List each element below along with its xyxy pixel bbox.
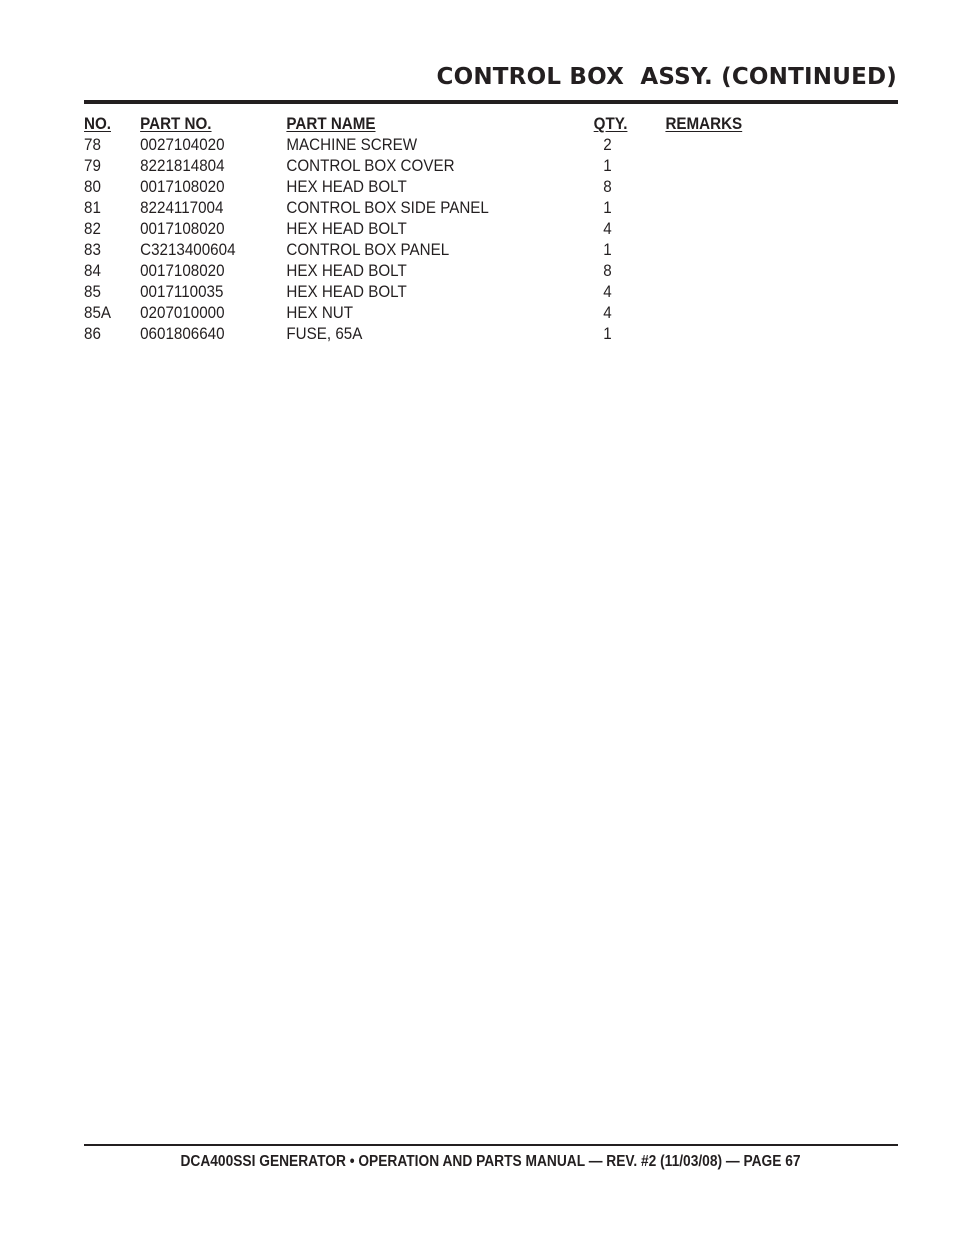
cell-part-no: 0017110035: [140, 283, 224, 301]
cell-no: 80: [84, 178, 101, 196]
table-row: 85 0017110035 HEX HEAD BOLT 4: [84, 282, 912, 303]
cell-qty: 4: [603, 283, 612, 301]
cell-no: 82: [84, 220, 101, 238]
header-qty: QTY.: [593, 115, 628, 133]
cell-qty: 1: [603, 325, 612, 343]
table-header-row: NO. PART NO. PART NAME QTY. REMARKS: [84, 114, 912, 135]
cell-qty: 4: [603, 220, 612, 238]
cell-no: 78: [84, 136, 101, 154]
header-part-name: PART NAME: [286, 115, 376, 133]
table-row: 78 0027104020 MACHINE SCREW 2: [84, 135, 912, 156]
cell-qty: 8: [603, 178, 612, 196]
cell-no: 79: [84, 157, 101, 175]
cell-part-name: MACHINE SCREW: [286, 136, 418, 154]
cell-part-no: 0027104020: [140, 136, 225, 154]
table-row: 80 0017108020 HEX HEAD BOLT 8: [84, 177, 912, 198]
cell-part-no: 8221814804: [140, 157, 225, 175]
cell-part-name: CONTROL BOX COVER: [286, 157, 455, 175]
cell-part-name: HEX HEAD BOLT: [286, 178, 407, 196]
cell-qty: 1: [603, 157, 612, 175]
cell-part-no: 8224117004: [140, 199, 224, 217]
table-row: 82 0017108020 HEX HEAD BOLT 4: [84, 219, 912, 240]
cell-part-no: 0017108020: [140, 262, 225, 280]
table-row: 79 8221814804 CONTROL BOX COVER 1: [84, 156, 912, 177]
page-title: CONTROL BOX ASSY. (CONTINUED): [436, 64, 897, 90]
cell-qty: 8: [603, 262, 612, 280]
cell-qty: 1: [603, 199, 612, 217]
cell-part-no: 0601806640: [140, 325, 225, 343]
cell-part-name: HEX NUT: [286, 304, 354, 322]
cell-part-name: FUSE, 65A: [286, 325, 363, 343]
footer-text: DCA400SSI GENERATOR • OPERATION AND PART…: [180, 1153, 802, 1170]
table-row: 85A 0207010000 HEX NUT 4: [84, 303, 912, 324]
cell-part-name: HEX HEAD BOLT: [286, 220, 407, 238]
page-footer: DCA400SSI GENERATOR • OPERATION AND PART…: [84, 1153, 898, 1171]
table-row: 84 0017108020 HEX HEAD BOLT 8: [84, 261, 912, 282]
parts-table: NO. PART NO. PART NAME QTY. REMARKS 78 00…: [84, 114, 954, 345]
cell-no: 81: [84, 199, 101, 217]
cell-part-name: CONTROL BOX PANEL: [286, 241, 450, 259]
header-remarks: REMARKS: [665, 115, 743, 133]
table-row: 86 0601806640 FUSE, 65A 1: [84, 324, 912, 345]
table-row: 83 C3213400604 CONTROL BOX PANEL 1: [84, 240, 912, 261]
cell-no: 85A: [84, 304, 112, 322]
cell-part-no: 0017108020: [140, 178, 225, 196]
cell-part-no: 0017108020: [140, 220, 225, 238]
cell-qty: 1: [603, 241, 612, 259]
footer-divider: [84, 1144, 898, 1146]
title-divider: [84, 100, 898, 104]
cell-no: 85: [84, 283, 101, 301]
cell-no: 84: [84, 262, 101, 280]
header-no: NO.: [84, 115, 111, 133]
cell-part-no: C3213400604: [140, 241, 236, 259]
header-part-no: PART NO.: [140, 115, 212, 133]
cell-no: 86: [84, 325, 101, 343]
cell-qty: 2: [603, 136, 612, 154]
cell-qty: 4: [603, 304, 612, 322]
cell-part-no: 0207010000: [140, 304, 225, 322]
table-row: 81 8224117004 CONTROL BOX SIDE PANEL 1: [84, 198, 912, 219]
cell-no: 83: [84, 241, 101, 259]
cell-part-name: CONTROL BOX SIDE PANEL: [286, 199, 489, 217]
cell-part-name: HEX HEAD BOLT: [286, 283, 407, 301]
cell-part-name: HEX HEAD BOLT: [286, 262, 407, 280]
